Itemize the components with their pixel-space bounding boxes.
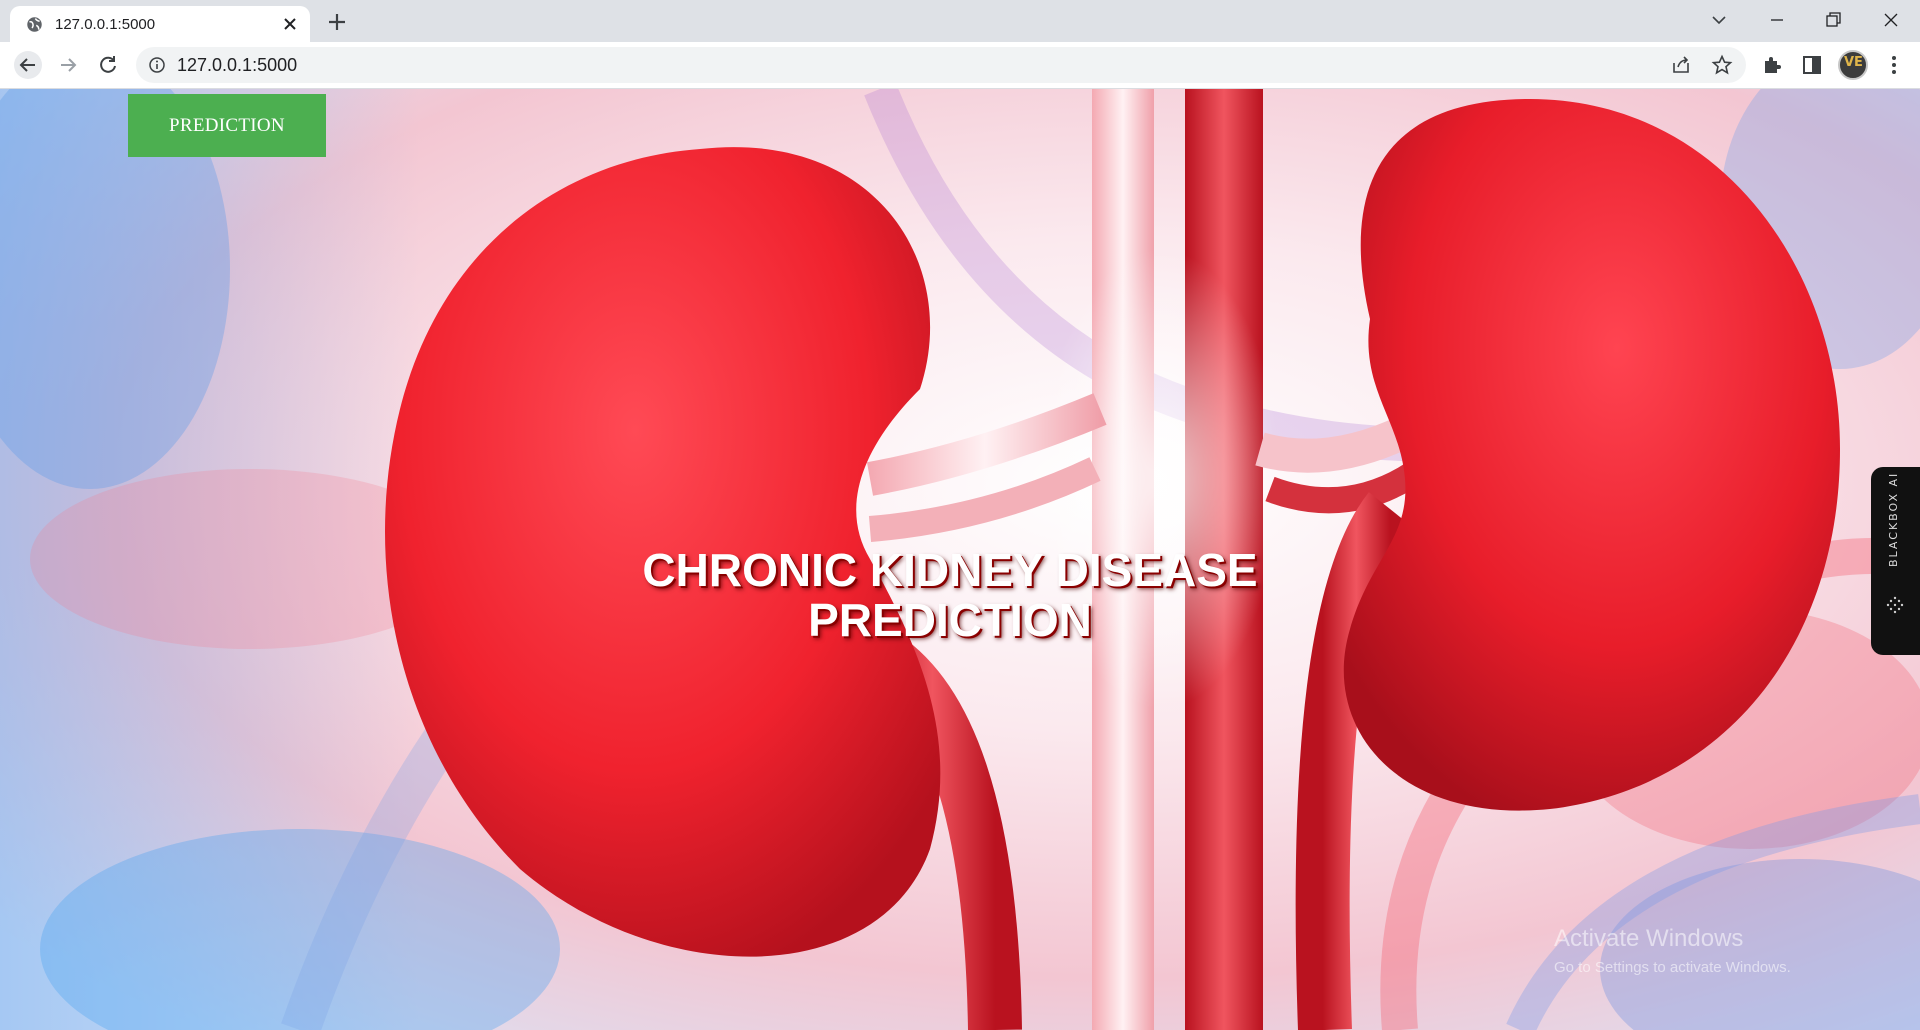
prediction-nav-button[interactable]: PREDICTION — [128, 94, 326, 157]
blackbox-logo-icon — [1886, 596, 1904, 614]
plus-icon[interactable] — [324, 9, 350, 35]
reload-icon[interactable] — [94, 51, 122, 79]
watermark-subtitle: Go to Settings to activate Windows. — [1554, 959, 1791, 976]
browser-tab-strip: 127.0.0.1:5000 — [0, 0, 1920, 42]
watermark-title: Activate Windows — [1554, 925, 1744, 952]
minimize-icon[interactable] — [1762, 6, 1792, 34]
page-title: CHRONIC KIDNEY DISEASE PREDICTION — [560, 545, 1340, 645]
browser-tab[interactable]: 127.0.0.1:5000 — [10, 6, 310, 42]
window-close-icon[interactable] — [1876, 6, 1906, 34]
globe-icon — [27, 17, 42, 32]
page-viewport: PREDICTION CHRONIC KIDNEY DISEASE PREDIC… — [0, 89, 1920, 1030]
avatar[interactable]: VE — [1838, 50, 1868, 80]
browser-toolbar: 127.0.0.1:5000 VE — [0, 42, 1920, 89]
blackbox-ai-label: BLACKBOX AI — [1887, 471, 1900, 567]
address-bar[interactable]: 127.0.0.1:5000 — [136, 47, 1746, 83]
blackbox-ai-widget[interactable]: BLACKBOX AI — [1871, 467, 1920, 655]
page-title-line2: PREDICTION — [808, 594, 1092, 646]
puzzle-icon[interactable] — [1760, 53, 1784, 77]
star-icon[interactable] — [1711, 54, 1733, 76]
forward-arrow-icon[interactable] — [54, 51, 82, 79]
sidepanel-icon[interactable] — [1800, 53, 1824, 77]
back-arrow-icon[interactable] — [14, 51, 42, 79]
chevron-down-icon[interactable] — [1704, 6, 1734, 34]
info-icon[interactable] — [148, 56, 166, 74]
activate-windows-watermark: Activate Windows Go to Settings to activ… — [1554, 925, 1791, 976]
restore-icon[interactable] — [1818, 6, 1848, 34]
share-icon[interactable] — [1670, 54, 1692, 76]
tab-title: 127.0.0.1:5000 — [55, 16, 156, 33]
page-title-line1: CHRONIC KIDNEY DISEASE — [642, 544, 1258, 596]
url-text[interactable]: 127.0.0.1:5000 — [177, 55, 297, 76]
avatar-initials: VE — [1844, 55, 1863, 70]
close-icon[interactable] — [280, 14, 300, 34]
kebab-menu-icon[interactable] — [1882, 53, 1906, 77]
